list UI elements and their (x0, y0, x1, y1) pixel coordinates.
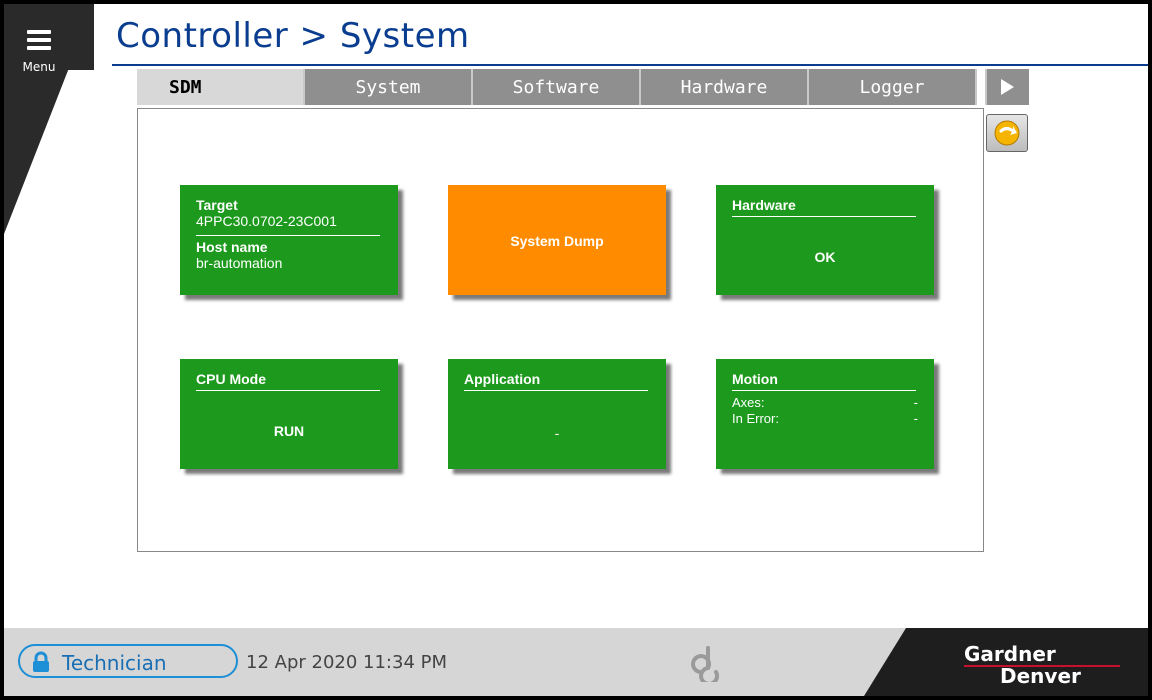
host-name-label: Host name (196, 239, 268, 255)
application-status: - (554, 425, 560, 441)
cpu-mode-status: RUN (273, 423, 305, 439)
brand-line1: Gardner (964, 642, 1056, 666)
tab-sdm[interactable]: SDM (137, 69, 305, 105)
axes-value: - (913, 395, 918, 410)
target-value: 4PPC30.0702-23C001 (196, 213, 337, 229)
title-underline (112, 64, 1148, 66)
status-bar: Technician 12 Apr 2020 11:34 PM Gardner … (4, 628, 1148, 696)
refresh-button[interactable] (986, 114, 1028, 152)
motion-divider (732, 390, 916, 391)
cpu-mode-header: CPU Mode (196, 371, 266, 387)
motion-header: Motion (732, 371, 778, 387)
app-frame: Menu Controller > System SDM System Soft… (4, 4, 1148, 696)
tab-logger[interactable]: Logger (809, 69, 977, 105)
hardware-status: OK (814, 249, 836, 265)
in-error-value: - (913, 411, 918, 426)
date-time: 12 Apr 2020 11:34 PM (246, 652, 447, 673)
target-divider (196, 235, 380, 236)
page-title: Controller > System (116, 16, 470, 56)
tab-system[interactable]: System (305, 69, 473, 105)
tab-next-button[interactable] (985, 69, 1029, 105)
application-header: Application (464, 371, 541, 387)
cpu-mode-divider (196, 390, 380, 391)
fan-logo-icon (688, 642, 728, 686)
host-name-value: br-automation (196, 255, 283, 271)
tab-hardware[interactable]: Hardware (641, 69, 809, 105)
user-name: Technician (62, 651, 167, 675)
target-header: Target (196, 197, 238, 213)
menu-label: Menu (22, 60, 56, 74)
application-tile[interactable]: Application - (448, 359, 666, 469)
in-error-label: In Error: (732, 411, 779, 426)
user-login-button[interactable]: Technician (18, 644, 238, 678)
motion-tile[interactable]: Motion Axes: - In Error: - (716, 359, 934, 469)
system-dump-button[interactable]: System Dump (448, 185, 666, 295)
hardware-divider (732, 216, 916, 217)
brand-line2: Denver (1000, 664, 1081, 688)
screen: Menu Controller > System SDM System Soft… (0, 0, 1152, 700)
brand-logo: Gardner Denver (864, 628, 1148, 696)
hardware-header: Hardware (732, 197, 796, 213)
target-tile[interactable]: Target 4PPC30.0702-23C001 Host name br-a… (180, 185, 398, 295)
cpu-mode-tile[interactable]: CPU Mode RUN (180, 359, 398, 469)
axes-label: Axes: (732, 395, 765, 410)
tab-bar: SDM System Software Hardware Logger (137, 69, 977, 105)
menu-button[interactable]: Menu (10, 16, 66, 76)
tab-software[interactable]: Software (473, 69, 641, 105)
application-divider (464, 390, 648, 391)
sdm-panel: Target 4PPC30.0702-23C001 Host name br-a… (137, 108, 984, 552)
system-dump-label: System Dump (510, 233, 604, 249)
hardware-tile[interactable]: Hardware OK (716, 185, 934, 295)
